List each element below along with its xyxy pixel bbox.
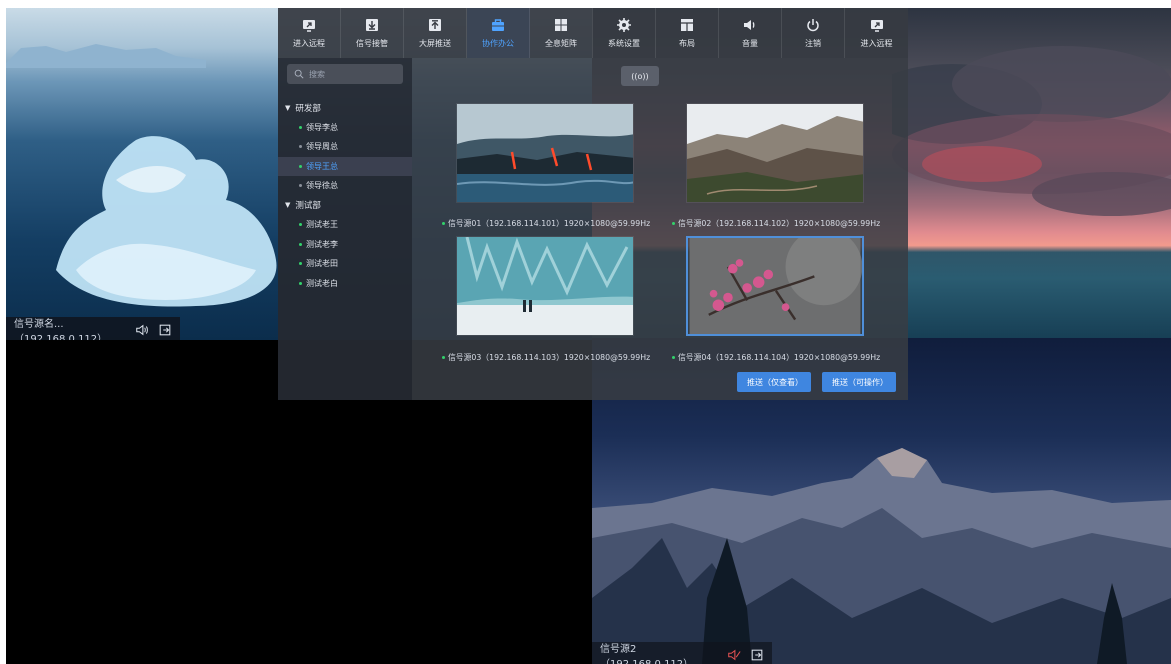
source-status-bar-2: 信号源2（192.168.0.112） [592,642,772,664]
toolbar-matrix[interactable]: 全息矩阵 [530,8,593,58]
online-dot [299,223,302,227]
toolbar-enter-remote-2[interactable]: 进入远程 [845,8,908,58]
source-thumbnail-01[interactable] [456,103,634,203]
search-input[interactable]: 搜索 [287,64,403,84]
briefcase-icon [492,19,504,31]
speaker-muted-icon[interactable] [727,648,741,662]
exit-window-icon-2[interactable] [750,648,764,662]
push-operable-button[interactable]: 推送（可操作） [822,372,896,392]
broadcast-icon: ((o)) [631,71,649,81]
push-view-only-button[interactable]: 推送（仅查看） [737,372,811,392]
tree-item[interactable]: 领导周总 [278,137,412,157]
layout-icon [681,19,693,31]
online-dot [299,125,302,129]
online-dot [299,242,302,246]
grid-icon [555,19,567,31]
online-dot [299,281,302,285]
tree-item[interactable]: 测试老田 [278,254,412,274]
toolbar-volume[interactable]: 音量 [719,8,782,58]
online-dot [299,164,302,168]
tree-group-test[interactable]: ▼ 测试部 [278,196,412,216]
online-dot [442,222,445,225]
tree-item[interactable]: 领导徐总 [278,176,412,196]
tree-item-selected[interactable]: 领导王总 [278,156,412,176]
toolbar-collaboration[interactable]: 协作办公 [467,8,530,58]
distant-glacier [6,44,206,68]
toolbar-settings[interactable]: 系统设置 [593,8,656,58]
source-thumbnail-03[interactable] [456,236,634,336]
blossom-image [689,238,862,334]
source-caption-01: 信号源01（192.168.114.101）1920×1080@59.99Hz [442,218,650,229]
upload-icon [429,19,441,31]
mountain-image [592,448,1171,664]
toolbar-signal-takeover[interactable]: 信号接管 [341,8,404,58]
video-wall-canvas: 信号源名...（192.168.0.112） 信号源2 进入远程 信号接管 大屏… [6,8,1171,664]
toolbar-layout[interactable]: 布局 [656,8,719,58]
source-status-bar: 信号源名...（192.168.0.112） [6,317,180,340]
source-thumbnail-02[interactable] [686,103,864,203]
tree-item[interactable]: 测试老王 [278,215,412,235]
caret-down-icon: ▼ [285,201,291,210]
source-panel: ((o)) 信号源01（192.168.114.101）1920×1080@59… [412,58,908,400]
enter-remote-icon [303,20,315,32]
source-caption-04: 信号源04（192.168.114.104）1920×1080@59.99Hz [672,352,880,363]
online-dot [442,356,445,359]
online-dot [672,222,675,225]
lava-image [457,104,633,202]
valley-image [687,104,863,202]
online-dot [299,262,302,266]
tree-item[interactable]: 测试老白 [278,274,412,294]
caret-down-icon: ▼ [285,103,291,112]
toolbar-logout[interactable]: 注销 [782,8,845,58]
enter-remote-icon [870,20,883,32]
exit-window-icon[interactable] [158,323,172,337]
tree-item[interactable]: 测试老李 [278,235,412,255]
storm-clouds [892,46,1171,216]
source-thumbnail-04[interactable] [686,236,864,336]
tree-item[interactable]: 领导李总 [278,118,412,138]
online-dot [672,356,675,359]
speaker-icon [744,20,755,30]
toolbar-enter-remote[interactable]: 进入远程 [278,8,341,58]
contacts-panel: 搜索 ▼ 研发部 领导李总 领导周总 领导王总 领导徐总 ▼ 测试部 测试老王 … [278,58,412,400]
main-toolbar: 进入远程 信号接管 大屏推送 协作办公 全息矩阵 系统设置 布局 音量 注销 进… [278,8,908,58]
department-tree: ▼ 研发部 领导李总 领导周总 领导王总 领导徐总 ▼ 测试部 测试老王 测试老… [278,98,412,293]
power-icon [807,19,819,32]
iceberg-image [56,136,277,307]
download-icon [366,19,378,31]
broadcast-button[interactable]: ((o)) [621,66,659,86]
source-name-label: 信号源名...（192.168.0.112） [14,319,108,340]
glacier-image [457,237,633,335]
tree-group-rd[interactable]: ▼ 研发部 [278,98,412,118]
toolbar-screen-push[interactable]: 大屏推送 [404,8,467,58]
speaker-icon[interactable] [135,323,149,337]
source-name-label-2: 信号源2（192.168.0.112） [600,644,693,664]
offline-dot [299,184,302,188]
source-caption-03: 信号源03（192.168.114.103）1920×1080@59.99Hz [442,352,650,363]
source-caption-02: 信号源02（192.168.114.102）1920×1080@59.99Hz [672,218,880,229]
gear-icon [617,18,631,32]
search-icon [294,69,304,79]
offline-dot [299,145,302,149]
